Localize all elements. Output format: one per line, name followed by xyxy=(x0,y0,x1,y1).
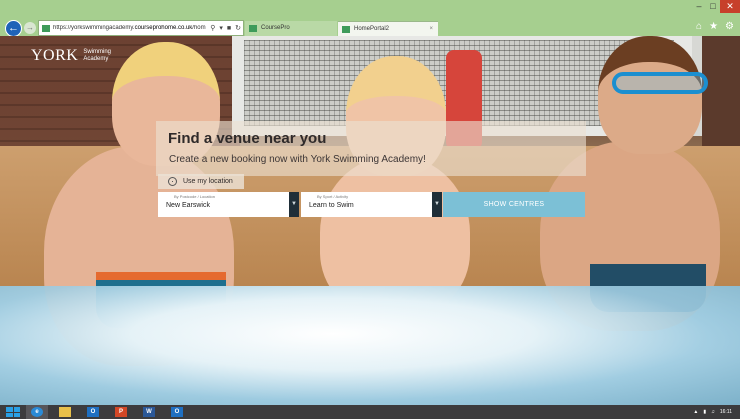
logo-mark: YORK xyxy=(31,47,79,64)
sport-field-label: By Sport / Activity xyxy=(317,194,349,199)
start-button[interactable] xyxy=(6,407,20,417)
browser-chrome: – □ ✕ ← → https://yorkswimmingacademy.co… xyxy=(0,0,740,37)
dropdown-icon[interactable]: ▾ xyxy=(219,24,223,32)
url-prefix: https://yorkswimmingacademy. xyxy=(53,25,135,31)
arrow-left-icon: ← xyxy=(8,22,19,34)
forward-button[interactable]: → xyxy=(24,22,36,34)
site-favicon-icon xyxy=(249,25,257,32)
taskbar-outlook-2[interactable]: O xyxy=(166,405,188,419)
site-favicon-icon xyxy=(342,26,350,33)
url-domain: courseprohome.co.uk xyxy=(134,25,193,31)
tab-close-icon[interactable]: × xyxy=(429,22,433,37)
system-clock[interactable]: 16:11 xyxy=(720,409,732,415)
use-location-label: Use my location xyxy=(183,178,233,185)
taskbar-outlook[interactable]: O xyxy=(82,405,104,419)
taskbar-internet-explorer[interactable]: e xyxy=(26,405,48,419)
close-button[interactable]: ✕ xyxy=(720,0,740,13)
sport-field-value[interactable]: Learn to Swim xyxy=(309,202,354,209)
site-favicon-icon xyxy=(42,24,50,32)
browser-toolbar-icons: ⌂ ★ ⚙ xyxy=(696,21,734,32)
address-bar[interactable]: https://yorkswimmingacademy.courseprohom… xyxy=(38,20,244,36)
show-centres-button[interactable]: SHOW CENTRES xyxy=(443,192,585,217)
tab-label: CoursePro xyxy=(261,25,290,31)
minimize-button[interactable]: – xyxy=(692,0,706,13)
outlook-icon: O xyxy=(171,407,183,417)
network-icon[interactable]: ▮ xyxy=(703,409,706,415)
use-location-button[interactable]: Use my location xyxy=(158,174,244,189)
lock-icon[interactable]: ■ xyxy=(227,25,231,32)
postcode-dropdown-button[interactable]: ▼ xyxy=(289,192,299,217)
back-button[interactable]: ← xyxy=(5,20,22,37)
page-subtitle: Create a new booking now with York Swimm… xyxy=(169,154,426,165)
search-icon[interactable]: ⚲ xyxy=(210,24,215,32)
address-url[interactable]: https://yorkswimmingacademy.courseprohom… xyxy=(53,25,208,31)
logo-line-2: Academy xyxy=(83,56,109,62)
postcode-field[interactable]: By Postcode / Location New Earswick xyxy=(158,192,289,217)
photo-water-splash xyxy=(0,286,740,405)
logo-text: Swimming Academy xyxy=(83,49,111,63)
sport-dropdown-button[interactable]: ▼ xyxy=(432,192,442,217)
star-icon[interactable]: ★ xyxy=(709,21,718,32)
tab-homeportal2[interactable]: HomePortal2 × xyxy=(338,21,438,36)
windows-logo-icon xyxy=(6,412,13,417)
crosshair-icon xyxy=(168,177,177,186)
postcode-field-value[interactable]: New Earswick xyxy=(166,202,210,209)
logo-line-1: Swimming xyxy=(83,49,112,55)
window-controls: – □ ✕ xyxy=(692,0,740,13)
tab-coursepro[interactable]: CoursePro xyxy=(245,21,337,36)
site-logo[interactable]: YORK Swimming Academy xyxy=(31,47,111,65)
volume-icon[interactable]: ♫ xyxy=(711,409,715,415)
chevron-down-icon: ▼ xyxy=(291,201,297,207)
taskbar-word[interactable]: W xyxy=(138,405,160,419)
arrow-right-icon: → xyxy=(26,23,34,32)
outlook-icon: O xyxy=(87,407,99,417)
photo-child-right-head xyxy=(598,36,702,154)
internet-explorer-icon: e xyxy=(31,407,43,417)
powerpoint-icon: P xyxy=(115,407,127,417)
refresh-icon[interactable]: ↻ xyxy=(235,24,241,32)
word-icon: W xyxy=(143,407,155,417)
tab-label: HomePortal2 xyxy=(354,26,390,32)
windows-taskbar: e O P W O ▲ ▮ ♫ 16:11 xyxy=(0,405,740,419)
home-icon[interactable]: ⌂ xyxy=(696,21,702,32)
page-title: Find a venue near you xyxy=(168,130,327,147)
maximize-button[interactable]: □ xyxy=(706,0,720,13)
sport-field[interactable]: By Sport / Activity Learn to Swim xyxy=(301,192,432,217)
taskbar-file-explorer[interactable] xyxy=(54,405,76,419)
folder-icon xyxy=(59,407,71,417)
chevron-down-icon: ▼ xyxy=(434,201,440,207)
windows-logo-icon xyxy=(6,407,13,412)
hero-banner: YORK Swimming Academy xyxy=(0,36,740,405)
photo-goggles xyxy=(612,72,708,94)
system-tray: ▲ ▮ ♫ 16:11 xyxy=(693,405,732,419)
show-hidden-icons-icon[interactable]: ▲ xyxy=(693,409,698,415)
url-suffix: /hom xyxy=(192,25,206,31)
windows-logo-icon xyxy=(13,412,20,417)
gear-icon[interactable]: ⚙ xyxy=(725,21,734,32)
taskbar-powerpoint[interactable]: P xyxy=(110,405,132,419)
windows-logo-icon xyxy=(13,407,20,412)
postcode-field-label: By Postcode / Location xyxy=(174,194,215,199)
venue-search-panel: Find a venue near you Create a new booki… xyxy=(156,121,586,176)
